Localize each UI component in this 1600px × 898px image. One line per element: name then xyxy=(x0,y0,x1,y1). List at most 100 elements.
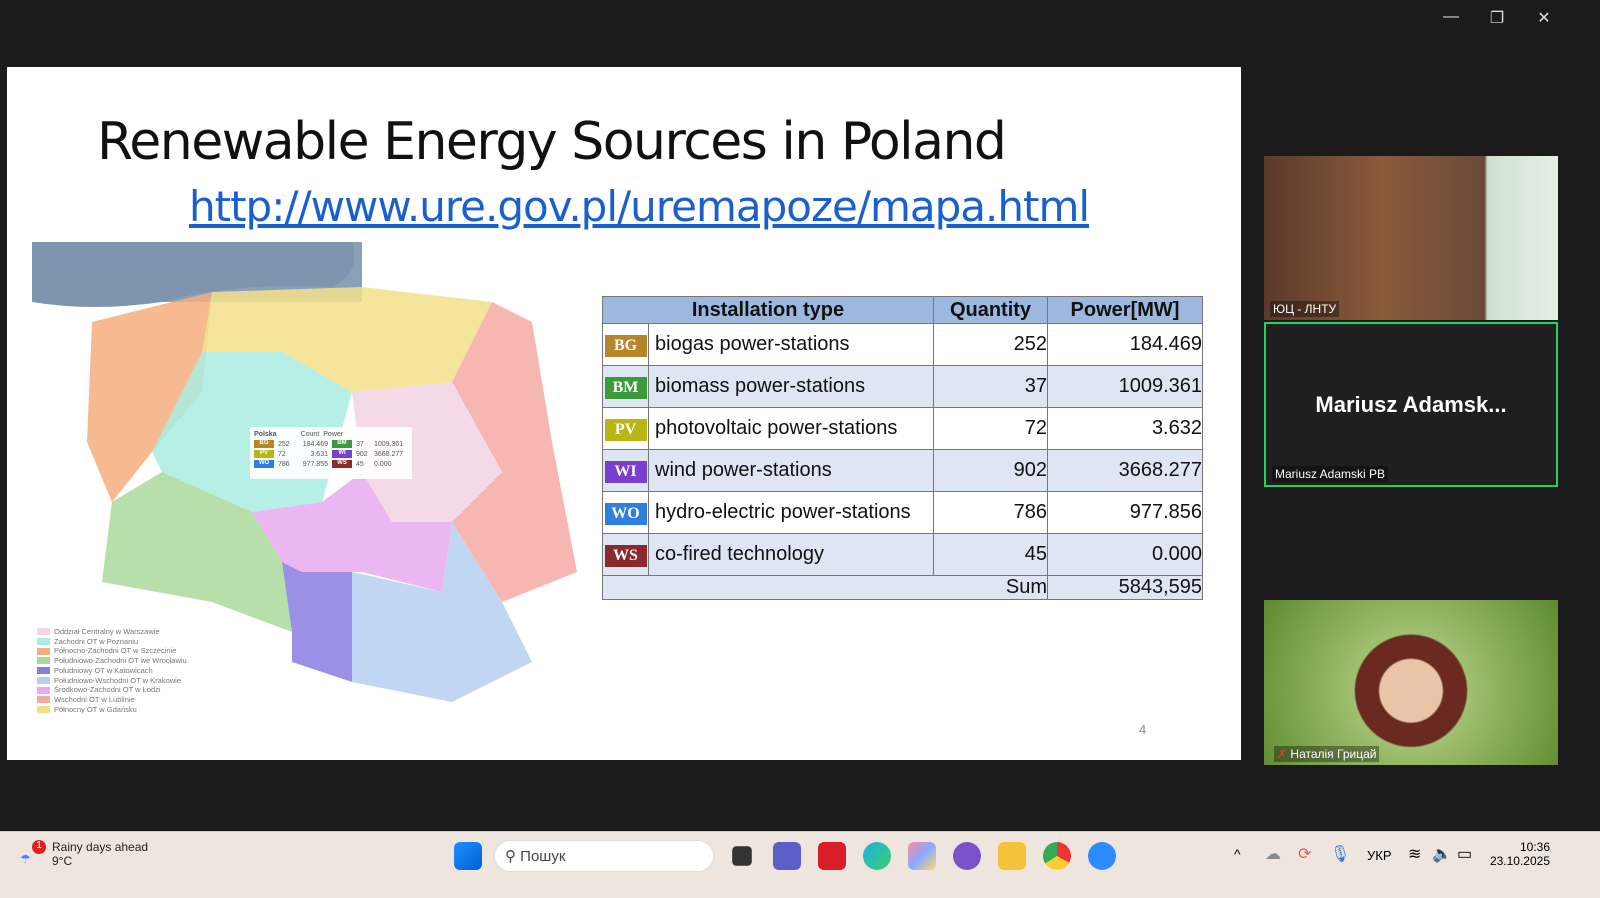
quantity-cell: 902 xyxy=(933,449,1048,492)
mini-count: 37 xyxy=(356,440,364,448)
onedrive-icon[interactable]: ☁ xyxy=(1265,844,1281,864)
legend-item: Zachodni OT w Poznaniu xyxy=(37,637,187,647)
weather-icon: ☂ xyxy=(20,852,31,866)
mini-count: 72 xyxy=(278,450,286,458)
app-red-icon[interactable] xyxy=(818,842,846,870)
mini-badge: WS xyxy=(332,460,352,468)
mini-badge: BG xyxy=(254,440,274,448)
participant-name: Mariusz Adamski PB xyxy=(1272,466,1389,482)
type-badge-cell: WO xyxy=(602,491,649,534)
mini-count: 786 xyxy=(278,460,290,468)
type-badge-cell: WI xyxy=(602,449,649,492)
legend-label: Zachodni OT w Poznaniu xyxy=(54,636,139,646)
type-badge-cell: BM xyxy=(602,365,649,408)
legend-swatch xyxy=(37,696,50,704)
file-explorer-icon[interactable] xyxy=(998,842,1026,870)
legend-swatch xyxy=(37,705,50,713)
legend-label: Wschodni OT w Lublinie xyxy=(54,694,135,704)
close-button[interactable]: ✕ xyxy=(1529,8,1559,28)
legend-swatch xyxy=(37,676,50,684)
search-box[interactable]: ⚲ Пошук xyxy=(494,840,714,872)
shared-slide: Renewable Energy Sources in Poland http:… xyxy=(7,67,1241,760)
type-badge: WI xyxy=(604,460,647,483)
power-cell: 1009.361 xyxy=(1047,365,1203,408)
wifi-icon[interactable]: ≋ xyxy=(1408,844,1421,864)
legend-item: Wschodni OT w Lublinie xyxy=(37,695,187,705)
type-badge: BM xyxy=(604,376,647,399)
weather-temp: 9°C xyxy=(52,854,73,868)
legend-label: Środkowo-Zachodni OT w Łodzi xyxy=(54,685,161,695)
legend-swatch xyxy=(37,638,50,646)
copilot-icon[interactable] xyxy=(908,842,936,870)
participant-name: ЮЦ - ЛНТУ xyxy=(1270,301,1340,317)
sum-value: 5843,595 xyxy=(1047,575,1203,600)
zoom-icon[interactable] xyxy=(1088,842,1116,870)
mini-badge: BM xyxy=(332,440,352,448)
legend-label: Północno-Zachodni OT w Szczecinie xyxy=(54,646,177,656)
legend-item: Północny OT w Gdańsku xyxy=(37,705,187,715)
table-row: WO hydro-electric power-stations 786 977.85… xyxy=(602,491,1203,534)
participant-video-3[interactable]: ✗ Наталія Грицай xyxy=(1264,600,1558,765)
mini-power: 3668.277 xyxy=(374,450,404,458)
mini-count: 45 xyxy=(356,460,364,468)
legend-swatch xyxy=(37,667,50,675)
type-badge: BG xyxy=(604,334,647,357)
power-cell: 3668.277 xyxy=(1047,449,1203,492)
header-power: Power[MW] xyxy=(1047,296,1203,324)
mini-badge: WO xyxy=(254,460,274,468)
legend-item: Oddział Centralny w Warszawie xyxy=(37,627,187,637)
mini-power: 0.000 xyxy=(374,460,392,468)
slide-link[interactable]: http://www.ure.gov.pl/uremapoze/mapa.htm… xyxy=(189,182,1090,231)
legend-item: Południowy OT w Katowicach xyxy=(37,666,187,676)
legend-label: Południowo-Zachodni OT we Wrocławiu xyxy=(54,656,187,666)
mini-count-header: Count xyxy=(300,430,320,438)
type-badge-cell: WS xyxy=(602,533,649,576)
weather-title: Rainy days ahead xyxy=(52,840,149,854)
header-quantity: Quantity xyxy=(933,296,1048,324)
search-placeholder: Пошук xyxy=(520,848,566,865)
participant-display-name: Mariusz Adamsk... xyxy=(1315,392,1507,417)
legend-swatch xyxy=(37,657,50,665)
date: 23.10.2025 xyxy=(1489,854,1550,868)
viber-icon[interactable] xyxy=(953,842,981,870)
legend-label: Oddział Centralny w Warszawie xyxy=(54,627,160,636)
edge-icon[interactable] xyxy=(863,842,891,870)
type-cell: biogas power-stations xyxy=(648,323,934,366)
teams-icon[interactable] xyxy=(773,842,801,870)
tray-chevron-icon[interactable]: ^ xyxy=(1234,846,1241,862)
legend-swatch xyxy=(37,628,50,636)
legend-swatch xyxy=(37,686,50,694)
legend-label: Południowy OT w Katowicach xyxy=(54,665,153,675)
minimize-button[interactable]: — xyxy=(1436,8,1466,26)
installation-table: Installation type Quantity Power[MW] BG bio… xyxy=(602,296,1203,600)
sum-label: Sum xyxy=(602,575,1048,600)
participant-video-2[interactable]: Mariusz Adamsk... Mariusz Adamski PB xyxy=(1264,322,1558,487)
task-view-icon[interactable] xyxy=(732,846,752,866)
sync-icon[interactable]: ⟳ xyxy=(1298,844,1311,864)
power-cell: 184.469 xyxy=(1047,323,1203,366)
mini-power: 3.631 xyxy=(310,450,328,458)
type-cell: hydro-electric power-stations xyxy=(648,491,934,534)
type-cell: photovoltaic power-stations xyxy=(648,407,934,450)
battery-icon[interactable]: ▭ xyxy=(1457,844,1472,864)
start-button[interactable] xyxy=(454,842,482,870)
restore-button[interactable]: ❐ xyxy=(1482,8,1512,28)
quantity-cell: 45 xyxy=(933,533,1048,576)
mini-count: 252 xyxy=(278,440,290,448)
type-badge-cell: BG xyxy=(602,323,649,366)
chrome-icon[interactable] xyxy=(1043,842,1071,870)
table-row: BG biogas power-stations 252 184.469 xyxy=(602,323,1203,366)
table-row: WI wind power-stations 902 3668.277 xyxy=(602,449,1203,492)
quantity-cell: 72 xyxy=(933,407,1048,450)
quantity-cell: 786 xyxy=(933,491,1048,534)
legend-label: Północny OT w Gdańsku xyxy=(54,704,137,714)
volume-icon[interactable]: 🔈 xyxy=(1432,844,1452,864)
type-badge: WS xyxy=(604,544,647,567)
clock[interactable]: 10:36 23.10.2025 xyxy=(1488,840,1550,868)
weather-widget[interactable]: 1 ☂ Rainy days ahead 9°C xyxy=(20,840,148,868)
quantity-cell: 37 xyxy=(933,365,1048,408)
language-indicator[interactable]: УКР xyxy=(1367,848,1392,863)
participant-video-1[interactable]: ЮЦ - ЛНТУ xyxy=(1264,156,1558,320)
mic-location-icon[interactable]: 🎙 xyxy=(1330,844,1350,864)
power-cell: 3.632 xyxy=(1047,407,1203,450)
